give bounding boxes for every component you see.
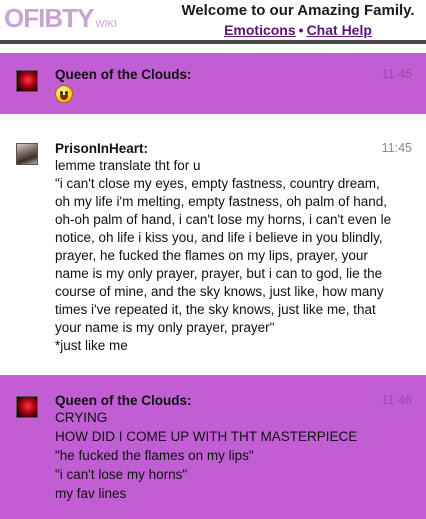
message-line: *just like me [55,338,128,353]
chat-message: PrisonInHeart: 11:45 lemme translate tht… [0,128,426,368]
message-author[interactable]: Queen of the Clouds: [55,67,192,82]
message-line: "he fucked the flames on my lips" [55,448,254,463]
message-line: oh-oh palm of hand, i can't lose my horn… [55,212,392,227]
logo-text: OFIBTY [4,3,94,33]
message-author[interactable]: PrisonInHeart: [55,141,148,156]
welcome-text: Welcome to our Amazing Family. [181,2,415,19]
chat-message: Queen of the Clouds: 11:45 [0,53,426,114]
logo-suffix: WIKI [95,19,118,30]
message-line: course of mine, and the sky knows, just … [55,284,384,299]
message-line: CRYING [55,410,108,425]
header-divider [0,40,426,44]
avatar[interactable] [16,70,38,92]
header-links: Emoticons • Chat Help [170,22,426,38]
message-line: your name is my only prayer, prayer" [55,320,275,335]
chat-header: OFIBTY WIKI Welcome to our Amazing Family… [0,0,426,44]
message-line: "i can't lose my horns" [55,467,188,482]
emoticons-link[interactable]: Emoticons [224,22,296,38]
message-line: prayer, he fucked the flames on my lips,… [55,248,368,263]
laughing-face-icon [55,85,73,103]
avatar[interactable] [16,396,38,418]
site-logo[interactable]: OFIBTY WIKI [4,4,117,39]
message-line: name is my only prayer, prayer, but i ca… [55,266,383,281]
message-line: lemme translate tht for u [55,158,201,173]
message-line: my fav lines [55,486,127,501]
message-time: 11:45 [381,141,412,155]
message-time: 11:46 [381,393,412,407]
message-author[interactable]: Queen of the Clouds: [55,393,192,408]
message-line: "i can't close my eyes, empty fastness, … [55,176,380,191]
message-line: oh my life i'm melting, empty fastness, … [55,194,387,209]
message-line: times i've repeated it, the sky knows, j… [55,302,376,317]
message-line: notice, oh life i kiss you, and life i b… [55,230,383,245]
message-line: HOW DID I COME UP WITH THT MASTERPIECE [55,429,358,444]
avatar[interactable] [16,143,38,165]
message-time: 11:45 [381,67,412,81]
link-separator: • [298,22,304,38]
chat-message: Queen of the Clouds: 11:46 CRYING HOW DI… [0,375,426,519]
chat-help-link[interactable]: Chat Help [307,22,372,38]
